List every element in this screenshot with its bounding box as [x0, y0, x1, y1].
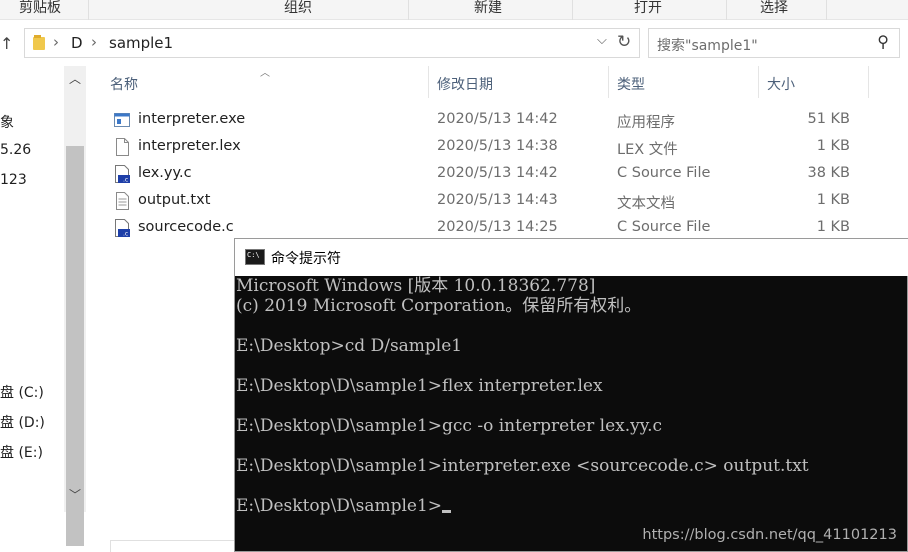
ribbon-group-labels: 剪贴板 组织 新建 打开 选择 — [0, 0, 908, 20]
terminal-prompt-line[interactable]: E:\Desktop\D\sample1> — [236, 496, 908, 516]
scroll-up-icon[interactable]: ︿ — [69, 70, 81, 87]
text-cursor — [442, 510, 452, 513]
refresh-icon[interactable]: ↻ — [617, 32, 631, 52]
exe-icon — [114, 113, 130, 127]
file-name: lex.yy.c — [138, 165, 192, 181]
watermark: https://blog.csdn.net/qq_41101213 — [642, 527, 897, 543]
file-date: 2020/5/13 14:42 — [437, 111, 558, 127]
file-type: 应用程序 — [617, 115, 675, 131]
file-size: 51 KB — [807, 111, 850, 127]
terminal-line: (c) 2019 Microsoft Corporation。保留所有权利。 — [236, 296, 642, 316]
file-name: interpreter.exe — [138, 111, 246, 127]
ribbon-divider — [726, 0, 727, 20]
file-row[interactable]: output.txt 2020/5/13 14:43 文本文档 1 KB — [110, 188, 870, 215]
file-type: C Source File — [617, 165, 711, 181]
address-bar[interactable]: › D › sample1 ⌵ ↻ — [24, 28, 640, 58]
terminal-line: E:\Desktop\D\sample1>flex interpreter.le… — [236, 376, 603, 396]
ribbon-clipboard: 剪贴板 — [19, 0, 61, 16]
c-file-icon: .c — [115, 219, 130, 238]
file-name: output.txt — [138, 192, 211, 208]
column-name[interactable]: 名称 — [110, 74, 138, 94]
cmd-icon — [245, 249, 265, 265]
column-divider[interactable] — [868, 66, 869, 98]
file-type: LEX 文件 — [617, 142, 678, 158]
breadcrumb-d[interactable]: D — [71, 34, 83, 52]
file-date: 2020/5/13 14:38 — [437, 138, 558, 154]
file-type: C Source File — [617, 219, 711, 235]
column-headers: 名称 修改日期 类型 大小 — [100, 66, 900, 98]
file-size: 1 KB — [816, 192, 850, 208]
horizontal-scrollbar[interactable] — [110, 540, 240, 552]
column-date[interactable]: 修改日期 — [437, 74, 493, 94]
search-box[interactable]: 搜索"sample1" ⚲ — [648, 28, 900, 58]
search-icon[interactable]: ⚲ — [877, 32, 889, 51]
folder-icon — [33, 35, 45, 50]
navigation-pane: 象 5.26 123 盘 (C:) 盘 (D:) 盘 (E:) — [0, 66, 64, 552]
file-size: 38 KB — [807, 165, 850, 181]
nav-item-drive-d[interactable]: 盘 (D:) — [0, 412, 45, 432]
nav-scrollbar[interactable]: ︿ ﹀ — [64, 66, 86, 546]
file-icon — [116, 138, 129, 156]
chevron-right-icon[interactable]: › — [53, 33, 59, 51]
column-size[interactable]: 大小 — [767, 74, 795, 94]
ribbon-divider — [408, 0, 409, 20]
c-file-icon: .c — [115, 165, 130, 184]
file-name: sourcecode.c — [138, 219, 234, 235]
txt-icon — [116, 192, 129, 210]
ribbon-divider — [826, 0, 827, 20]
file-date: 2020/5/13 14:25 — [437, 219, 558, 235]
file-type: 文本文档 — [617, 196, 675, 212]
ribbon-new: 新建 — [474, 0, 502, 16]
chevron-down-icon[interactable]: ⌵ — [597, 33, 607, 48]
ribbon-divider — [88, 0, 89, 20]
svg-text:.c: .c — [123, 231, 128, 238]
terminal-line: Microsoft Windows [版本 10.0.18362.778] — [236, 276, 596, 296]
nav-item-drive-c[interactable]: 盘 (C:) — [0, 382, 44, 402]
file-row[interactable]: .c lex.yy.c 2020/5/13 14:42 C Source Fil… — [110, 161, 870, 188]
scroll-down-icon[interactable]: ﹀ — [69, 486, 81, 503]
window-titlebar[interactable]: 命令提示符 — [235, 239, 908, 276]
breadcrumb-sample1[interactable]: sample1 — [109, 34, 173, 52]
chevron-right-icon[interactable]: › — [91, 33, 97, 51]
command-prompt-window[interactable]: 命令提示符 Microsoft Windows [版本 10.0.18362.7… — [234, 238, 908, 552]
file-row[interactable]: interpreter.exe 2020/5/13 14:42 应用程序 51 … — [110, 107, 870, 134]
file-size: 1 KB — [816, 219, 850, 235]
search-placeholder: 搜索"sample1" — [657, 38, 758, 54]
nav-item[interactable]: 5.26 — [0, 142, 31, 158]
file-name: interpreter.lex — [138, 138, 241, 154]
terminal-output[interactable]: Microsoft Windows [版本 10.0.18362.778] (c… — [235, 276, 908, 516]
file-row[interactable]: interpreter.lex 2020/5/13 14:38 LEX 文件 1… — [110, 134, 870, 161]
up-arrow-icon[interactable]: ↑ — [0, 34, 16, 54]
column-divider[interactable] — [608, 66, 609, 98]
column-divider[interactable] — [758, 66, 759, 98]
terminal-prompt: E:\Desktop\D\sample1> — [236, 496, 443, 516]
ribbon-select: 选择 — [760, 0, 788, 16]
ribbon-divider — [572, 0, 573, 20]
ribbon-organize: 组织 — [284, 0, 312, 16]
terminal-line: E:\Desktop>cd D/sample1 — [236, 336, 463, 356]
column-divider[interactable] — [428, 66, 429, 98]
ribbon-open: 打开 — [634, 0, 662, 16]
window-title: 命令提示符 — [271, 251, 341, 267]
nav-item[interactable]: 象 — [0, 112, 14, 132]
column-type[interactable]: 类型 — [617, 74, 645, 94]
svg-text:.c: .c — [123, 177, 128, 184]
nav-item-drive-e[interactable]: 盘 (E:) — [0, 442, 43, 462]
file-date: 2020/5/13 14:43 — [437, 192, 558, 208]
terminal-line: E:\Desktop\D\sample1>gcc -o interpreter … — [236, 416, 663, 436]
address-row: ↑ › D › sample1 ⌵ ↻ 搜索"sample1" ⚲ — [0, 28, 908, 60]
file-date: 2020/5/13 14:42 — [437, 165, 558, 181]
nav-item[interactable]: 123 — [0, 172, 27, 188]
terminal-line: E:\Desktop\D\sample1>interpreter.exe <so… — [236, 456, 809, 476]
file-size: 1 KB — [816, 138, 850, 154]
